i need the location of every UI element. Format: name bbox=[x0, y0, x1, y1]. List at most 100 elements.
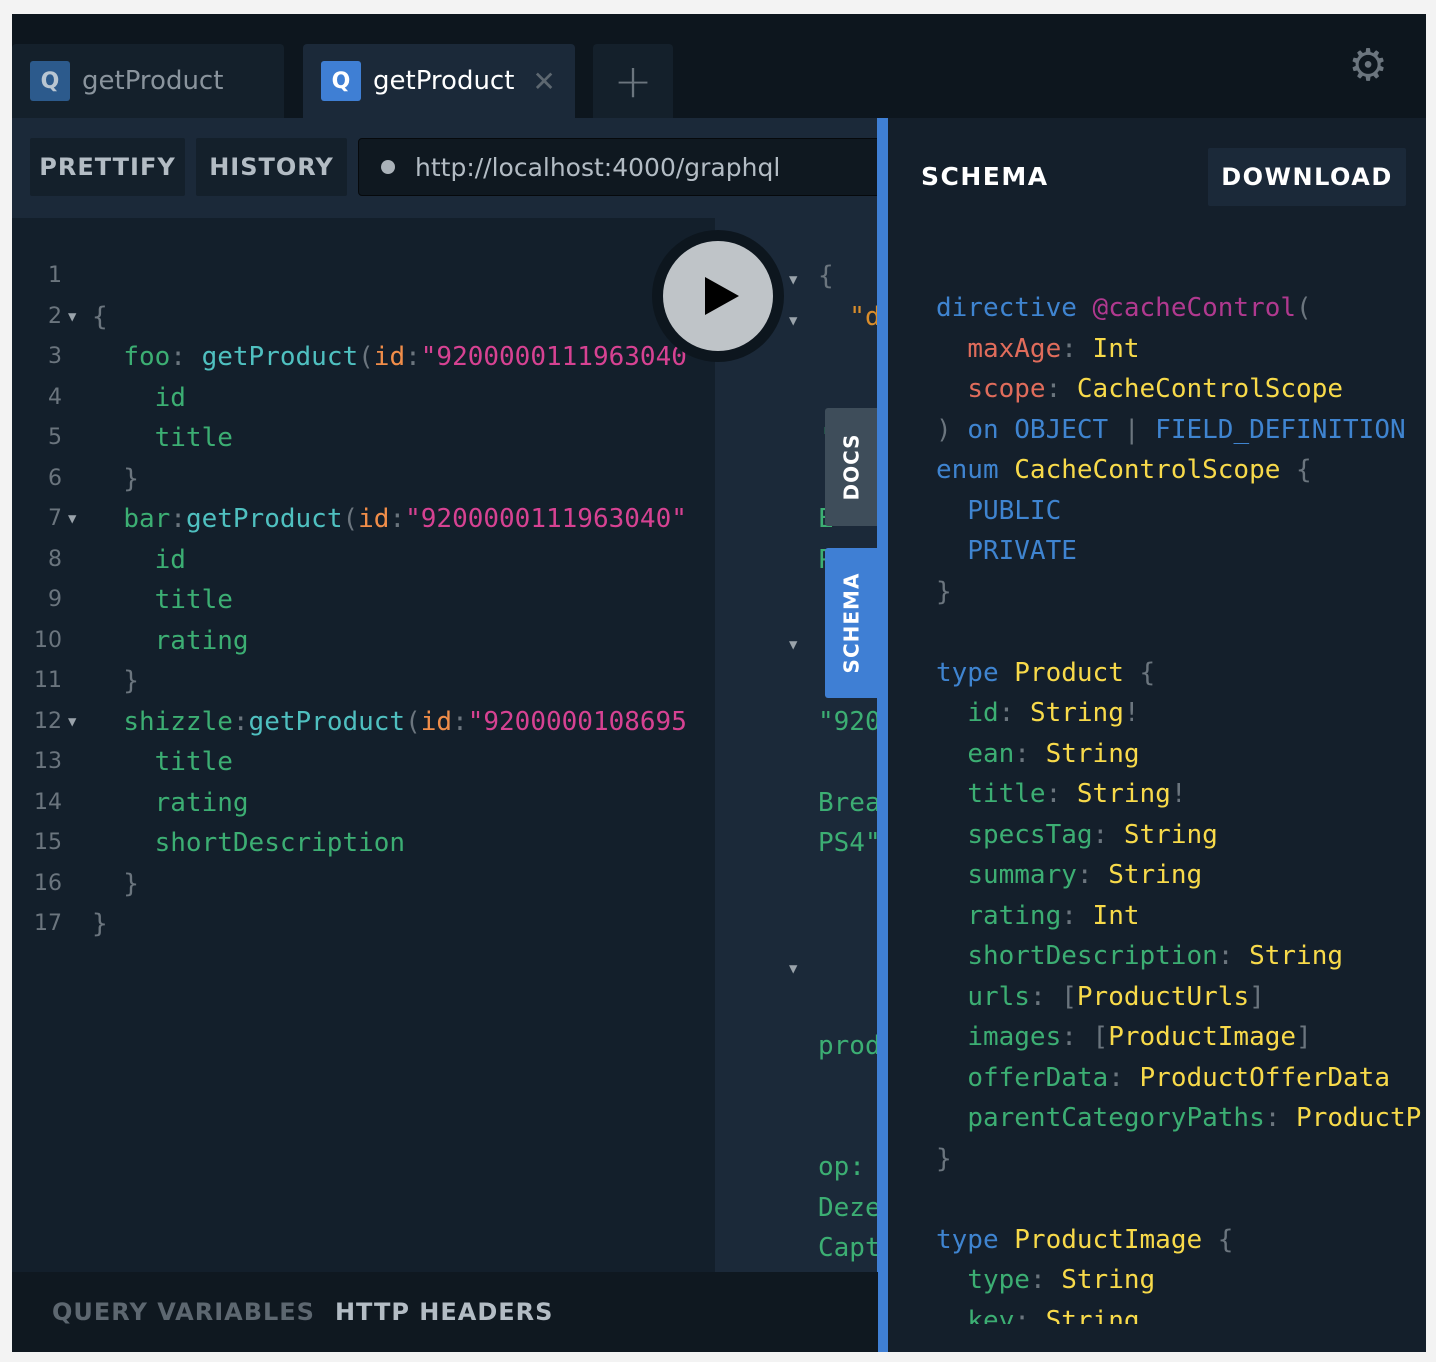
schema-line: specsTag: String bbox=[936, 815, 1426, 856]
line-code: shizzle:getProduct(id:"9200000108695 bbox=[92, 702, 712, 743]
tab-getproduct-1[interactable]: Q getProduct bbox=[12, 44, 284, 118]
code-token-punc: { bbox=[1123, 657, 1156, 688]
code-token-kw: directive bbox=[936, 293, 1093, 323]
code-token-field: title bbox=[154, 423, 233, 453]
code-token-punc bbox=[936, 820, 967, 850]
history-button[interactable]: HISTORY bbox=[196, 138, 347, 196]
play-icon bbox=[705, 277, 739, 315]
settings-gear-icon[interactable]: ⚙ bbox=[1346, 44, 1390, 88]
code-token-field: urls bbox=[967, 981, 1030, 1012]
code-token-punc: : bbox=[1014, 1305, 1046, 1325]
code-token-punc: | bbox=[1108, 414, 1156, 445]
fold-gutter bbox=[62, 256, 92, 297]
editor-line: 15 shortDescription bbox=[12, 823, 715, 864]
code-token-punc: } bbox=[936, 1143, 952, 1174]
code-token-punc bbox=[92, 545, 155, 575]
result-line: PS4" bbox=[715, 823, 878, 864]
editor-line: 5 title bbox=[12, 418, 715, 459]
code-token-type: ProductImage bbox=[1108, 1022, 1297, 1052]
editor-line: 10 rating bbox=[12, 621, 715, 662]
editor-line: 1 bbox=[12, 256, 715, 297]
line-number: 8 bbox=[48, 546, 62, 572]
code-token-punc: } bbox=[92, 868, 139, 899]
query-variables-tab[interactable]: QUERY VARIABLES bbox=[52, 1298, 315, 1326]
schema-line bbox=[936, 1179, 1426, 1220]
tab-bar: Q getProduct Q getProduct ✕ + ⚙ bbox=[12, 14, 1426, 118]
code-token-kw: enum bbox=[936, 455, 1015, 485]
result-code: PS4" bbox=[818, 823, 878, 864]
close-tab-icon[interactable]: ✕ bbox=[532, 65, 555, 98]
line-code: } bbox=[92, 661, 712, 702]
code-token-punc bbox=[92, 585, 155, 615]
editor-line: 7 ▼ bar:getProduct(id:"9200000111963040" bbox=[12, 499, 715, 540]
line-number: 14 bbox=[34, 789, 62, 815]
code-token-arg: id bbox=[420, 706, 453, 737]
http-headers-tab[interactable]: HTTP HEADERS bbox=[335, 1298, 553, 1326]
schema-title: SCHEMA bbox=[921, 162, 1049, 191]
schema-line: PUBLIC bbox=[936, 491, 1426, 532]
fold-arrow-icon[interactable]: ▼ bbox=[62, 702, 92, 743]
result-line: Brea bbox=[715, 783, 878, 824]
result-code: "d bbox=[818, 297, 878, 338]
code-token-type: String bbox=[1045, 738, 1140, 769]
prettify-button[interactable]: PRETTIFY bbox=[30, 138, 185, 196]
code-token-punc bbox=[936, 982, 967, 1012]
code-token-type: String bbox=[1029, 698, 1124, 728]
fold-gutter bbox=[62, 540, 92, 581]
code-token-enum: PRIVATE bbox=[967, 536, 1077, 566]
schema-line: images: [ProductImage] bbox=[936, 1017, 1426, 1058]
schema-label: SCHEMA bbox=[839, 572, 864, 674]
code-token-punc bbox=[936, 860, 967, 890]
code-token-kw: on bbox=[967, 414, 1015, 445]
result-viewer[interactable]: ▼{▼ "d'EPS4"▼"920BreaPS4"▼prodop:DezeCap… bbox=[715, 218, 878, 1272]
schema-side-tab[interactable]: SCHEMA bbox=[825, 548, 878, 698]
tab-getproduct-2[interactable]: Q getProduct ✕ bbox=[303, 44, 575, 118]
line-number: 16 bbox=[34, 870, 62, 896]
code-token-field: type bbox=[967, 1265, 1030, 1295]
schema-line: type ProductImage { bbox=[936, 1220, 1426, 1261]
execute-query-button[interactable] bbox=[652, 230, 784, 362]
line-number: 3 bbox=[48, 344, 62, 369]
code-token-type: ProductP bbox=[1296, 1103, 1422, 1133]
schema-line: PRIVATE bbox=[936, 531, 1426, 572]
query-icon: Q bbox=[321, 61, 361, 101]
fold-arrow-icon[interactable]: ▼ bbox=[789, 625, 797, 666]
fold-gutter bbox=[62, 742, 92, 783]
code-token-punc: ( bbox=[358, 342, 374, 372]
code-token-punc bbox=[936, 739, 967, 769]
fold-arrow-icon[interactable]: ▼ bbox=[62, 499, 92, 540]
code-token-punc bbox=[936, 1306, 967, 1325]
docs-side-tab[interactable]: DOCS bbox=[825, 408, 878, 526]
line-number: 15 bbox=[34, 830, 62, 855]
endpoint-url-input[interactable]: http://localhost:4000/graphql bbox=[358, 138, 898, 196]
query-editor[interactable]: 1 2 ▼{3 foo: getProduct(id:"92000001119630… bbox=[12, 218, 715, 1272]
code-token-punc bbox=[92, 383, 155, 413]
code-token-punc bbox=[936, 1022, 967, 1052]
new-tab-button[interactable]: + bbox=[593, 44, 673, 118]
code-token-punc: : bbox=[1108, 1062, 1140, 1093]
code-token-alias: shizzle bbox=[123, 706, 233, 737]
line-number: 4 bbox=[48, 384, 62, 410]
result-line bbox=[715, 864, 878, 905]
result-code: op: bbox=[818, 1147, 865, 1188]
code-token-str: "9200000108695 bbox=[467, 706, 687, 737]
code-token-type: Int bbox=[1092, 333, 1140, 364]
code-token-punc: : bbox=[1061, 333, 1093, 364]
code-token-punc: ( bbox=[1296, 293, 1312, 323]
fold-arrow-icon[interactable]: ▼ bbox=[789, 949, 797, 990]
code-token-punc: } bbox=[936, 576, 952, 607]
panel-resize-handle[interactable] bbox=[877, 118, 888, 1352]
fold-arrow-icon[interactable]: ▼ bbox=[789, 301, 797, 342]
fold-arrow-icon[interactable]: ▼ bbox=[62, 297, 92, 338]
code-token-punc bbox=[936, 536, 967, 566]
fold-arrow-icon[interactable]: ▼ bbox=[789, 260, 797, 301]
download-button[interactable]: DOWNLOAD bbox=[1208, 148, 1406, 206]
code-token-type: Product bbox=[1014, 657, 1124, 688]
code-token-field: key bbox=[967, 1305, 1015, 1325]
result-line bbox=[715, 1107, 878, 1148]
fold-gutter bbox=[62, 823, 92, 864]
query-icon: Q bbox=[30, 61, 70, 101]
code-token-type: ProductImage bbox=[1014, 1224, 1203, 1255]
code-token-type: String bbox=[1249, 941, 1343, 971]
